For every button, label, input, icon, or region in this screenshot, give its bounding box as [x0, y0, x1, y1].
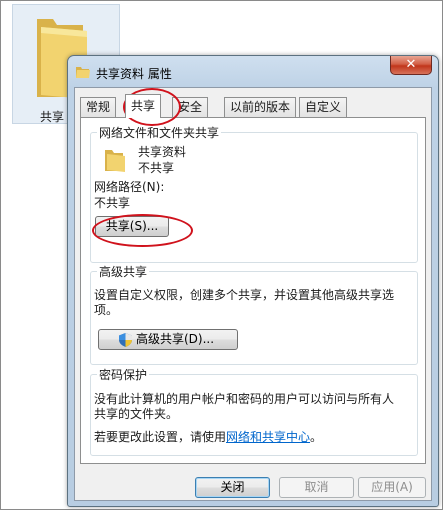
network-sharing-center-link[interactable]: 网络和共享中心: [226, 430, 310, 444]
advanced-sharing-button-label: 高级共享(D)...: [135, 332, 215, 346]
advanced-sharing-description-line2: 项。: [94, 303, 119, 317]
shared-folder-status: 不共享: [138, 161, 175, 175]
network-path-value: 不共享: [94, 196, 131, 210]
tab-previous-versions[interactable]: 以前的版本: [224, 97, 297, 117]
change-setting-prefix: 若要更改此设置，请使用: [94, 430, 227, 444]
tab-sharing[interactable]: 共享: [125, 94, 162, 118]
advanced-sharing-group: 高级共享 设置自定义权限，创建多个共享，并设置其他高级共享选 项。 高级共享(D…: [90, 263, 418, 365]
advanced-sharing-button[interactable]: 高级共享(D)...: [98, 329, 238, 350]
shared-folder-name: 共享资料: [138, 145, 187, 159]
password-protection-group-title: 密码保护: [97, 366, 150, 383]
advanced-sharing-group-title: 高级共享: [97, 263, 150, 280]
properties-window: 共享资料 属性 ✕ 常规 共享 安全 以前的版本 自定义 网络文件和文件夹共享 …: [67, 55, 439, 507]
tab-general[interactable]: 常规: [80, 97, 117, 117]
window-title: 共享资料 属性: [96, 67, 172, 81]
ok-close-button[interactable]: 关闭: [195, 477, 270, 498]
highlight-ellipse-share-button: [92, 214, 193, 247]
advanced-sharing-description-line1: 设置自定义权限，创建多个共享，并设置其他高级共享选: [94, 288, 395, 302]
password-protection-group: 密码保护 没有此计算机的用户帐户和密码的用户可以访问与所有人 共享的文件夹。 若…: [90, 366, 418, 456]
cancel-button[interactable]: 取消: [279, 477, 354, 498]
folder-icon: [105, 150, 125, 172]
dialog-client-area: 常规 共享 安全 以前的版本 自定义 网络文件和文件夹共享 共享资料 不共享 网…: [74, 87, 432, 501]
sharing-tab-panel: 网络文件和文件夹共享 共享资料 不共享 网络路径(N): 不共享 共享(S)..…: [80, 117, 426, 464]
password-protection-description-line2: 共享的文件夹。: [94, 407, 179, 421]
uac-shield-icon: [119, 333, 132, 347]
change-setting-text: 若要更改此设置，请使用网络和共享中心。: [94, 428, 322, 445]
close-icon: ✕: [405, 57, 417, 72]
change-setting-suffix: 。: [310, 430, 323, 444]
network-sharing-group-title: 网络文件和文件夹共享: [97, 124, 222, 141]
apply-button[interactable]: 应用(A): [358, 477, 426, 498]
tab-customize[interactable]: 自定义: [299, 97, 348, 117]
desktop-folder-label: 共享: [40, 110, 65, 124]
network-path-label: 网络路径(N):: [94, 180, 165, 194]
close-window-button[interactable]: ✕: [390, 56, 432, 75]
folder-icon: [76, 67, 90, 78]
